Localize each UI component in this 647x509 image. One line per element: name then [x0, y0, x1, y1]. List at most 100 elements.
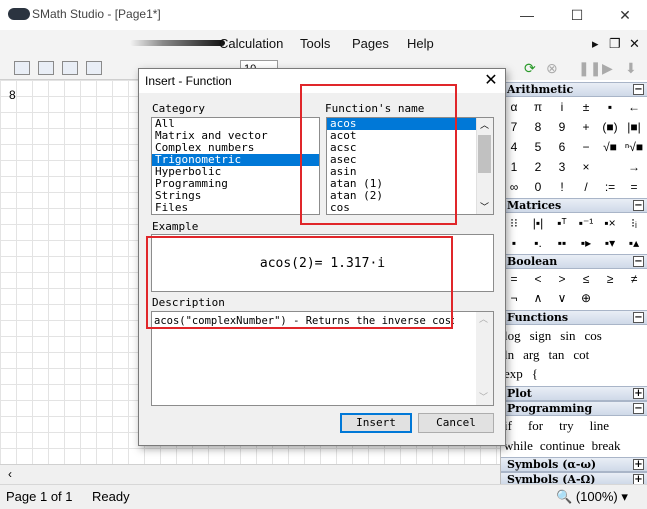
- palette-key[interactable]: 4: [504, 140, 524, 160]
- collapse-icon[interactable]: −: [633, 84, 644, 95]
- horizontal-scrollbar[interactable]: ‹: [0, 464, 500, 484]
- palette-key[interactable]: exp: [504, 366, 523, 386]
- palette-key[interactable]: −: [576, 140, 596, 160]
- palette-key[interactable]: cos: [584, 328, 601, 348]
- new-icon[interactable]: [14, 61, 30, 75]
- palette-key[interactable]: =: [504, 272, 524, 292]
- palette-key[interactable]: !: [552, 180, 572, 200]
- cross-product-icon[interactable]: ▪×: [600, 216, 620, 236]
- palette-key[interactable]: +: [576, 120, 596, 140]
- mdi-minimize-button[interactable]: ▸: [592, 36, 599, 52]
- palette-key[interactable]: ∧: [528, 291, 548, 311]
- palette-key[interactable]: ≠: [624, 272, 644, 292]
- pause-icon[interactable]: ❚❚: [578, 60, 601, 77]
- palette-key[interactable]: π: [528, 100, 548, 120]
- menu-pages[interactable]: Pages: [352, 36, 389, 51]
- open-icon[interactable]: [38, 61, 54, 75]
- transpose-icon[interactable]: ▪ᵀ: [552, 216, 572, 236]
- cancel-button[interactable]: Cancel: [418, 413, 494, 433]
- menu-calculation[interactable]: Calculation: [219, 36, 283, 51]
- palette-key[interactable]: try: [559, 418, 573, 438]
- palette-key[interactable]: α: [504, 100, 524, 120]
- palette-key[interactable]: ≤: [576, 272, 596, 292]
- menu-help[interactable]: Help: [407, 36, 434, 51]
- status-zoom[interactable]: 🔍 (100%) ▾: [556, 489, 628, 505]
- expand-icon[interactable]: +: [633, 459, 644, 470]
- collapse-icon[interactable]: −: [633, 256, 644, 267]
- palette-key[interactable]: ¬: [504, 291, 524, 311]
- recalculate-icon[interactable]: ⟳: [524, 60, 536, 77]
- palette-key[interactable]: :=: [600, 180, 620, 200]
- step-icon[interactable]: ⬇: [625, 60, 637, 77]
- palette-key[interactable]: 6: [552, 140, 572, 160]
- palette-key[interactable]: {: [532, 366, 538, 386]
- palette-key[interactable]: |■|: [624, 120, 644, 140]
- palette-key[interactable]: continue: [540, 438, 585, 458]
- palette-key[interactable]: ⊕: [576, 291, 596, 311]
- palette-key[interactable]: tan: [549, 347, 565, 367]
- scroll-up-icon[interactable]: ︿: [480, 118, 489, 131]
- palette-key[interactable]: log: [504, 328, 521, 348]
- palette-key[interactable]: →: [624, 160, 644, 180]
- insert-button[interactable]: Insert: [340, 413, 412, 433]
- row-icon[interactable]: ▪.: [528, 236, 548, 256]
- palette-arithmetic-header[interactable]: Arithmetic −: [501, 82, 647, 97]
- scroll-up-icon[interactable]: ︿: [479, 312, 488, 325]
- palette-key[interactable]: ▪: [600, 100, 620, 120]
- palette-key[interactable]: √■: [600, 140, 620, 160]
- determinant-icon[interactable]: |▪|: [528, 216, 548, 236]
- play-icon[interactable]: ▶: [602, 60, 613, 77]
- list-item[interactable]: Files: [152, 202, 319, 214]
- palette-key[interactable]: 8: [528, 120, 548, 140]
- palette-key[interactable]: 5: [528, 140, 548, 160]
- collapse-icon[interactable]: −: [633, 312, 644, 323]
- collapse-icon[interactable]: −: [633, 403, 644, 414]
- palette-key[interactable]: 9: [552, 120, 572, 140]
- palette-key[interactable]: for: [528, 418, 543, 438]
- palette-key[interactable]: ←: [624, 100, 644, 120]
- scroll-left-icon[interactable]: ‹: [8, 467, 12, 481]
- vectorize-icon[interactable]: ▪▸: [576, 236, 596, 256]
- scroll-down-icon[interactable]: ﹀: [480, 200, 489, 213]
- scroll-thumb[interactable]: [478, 135, 491, 173]
- palette-key[interactable]: ⁿ√■: [624, 140, 644, 160]
- column-icon[interactable]: ▪: [504, 236, 524, 256]
- worksheet-value[interactable]: 8: [9, 88, 16, 102]
- palette-boolean-header[interactable]: Boolean −: [501, 254, 647, 269]
- menu-tools[interactable]: Tools: [300, 36, 330, 51]
- palette-symbols-lower-header[interactable]: Symbols (α-ω) +: [501, 457, 647, 472]
- print-icon[interactable]: [86, 61, 102, 75]
- palette-key[interactable]: 2: [528, 160, 548, 180]
- description-scrollbar[interactable]: ︿ ﹀: [476, 312, 493, 405]
- max-icon[interactable]: ▪▴: [624, 236, 644, 256]
- save-icon[interactable]: [62, 61, 78, 75]
- palette-key[interactable]: ×: [576, 160, 596, 180]
- palette-key[interactable]: line: [590, 418, 610, 438]
- inverse-icon[interactable]: ▪⁻¹: [576, 216, 596, 236]
- palette-key[interactable]: 1: [504, 160, 524, 180]
- minimize-button[interactable]: —: [512, 4, 542, 26]
- palette-key[interactable]: (■): [600, 120, 620, 140]
- palette-key[interactable]: 3: [552, 160, 572, 180]
- scroll-down-icon[interactable]: ﹀: [479, 390, 488, 403]
- stop-icon[interactable]: ⊗: [546, 60, 558, 77]
- palette-key[interactable]: sin: [560, 328, 575, 348]
- palette-key[interactable]: ∨: [552, 291, 572, 311]
- palette-key[interactable]: <: [528, 272, 548, 292]
- element-icon[interactable]: ⁝ᵢ: [624, 216, 644, 236]
- palette-plot-header[interactable]: Plot +: [501, 386, 647, 401]
- collapse-icon[interactable]: −: [633, 200, 644, 211]
- mdi-close-button[interactable]: ✕: [629, 36, 640, 52]
- palette-key[interactable]: 0: [528, 180, 548, 200]
- palette-key[interactable]: i: [552, 100, 572, 120]
- palette-matrices-header[interactable]: Matrices −: [501, 198, 647, 213]
- palette-key[interactable]: ≥: [600, 272, 620, 292]
- min-icon[interactable]: ▪▾: [600, 236, 620, 256]
- palette-key[interactable]: /: [576, 180, 596, 200]
- dialog-close-icon[interactable]: ✕: [480, 70, 502, 92]
- palette-functions-header[interactable]: Functions −: [501, 310, 647, 325]
- mdi-restore-button[interactable]: ❐: [609, 36, 621, 52]
- palette-key[interactable]: break: [592, 438, 621, 458]
- maximize-button[interactable]: ☐: [562, 4, 592, 26]
- palette-key[interactable]: cot: [573, 347, 589, 367]
